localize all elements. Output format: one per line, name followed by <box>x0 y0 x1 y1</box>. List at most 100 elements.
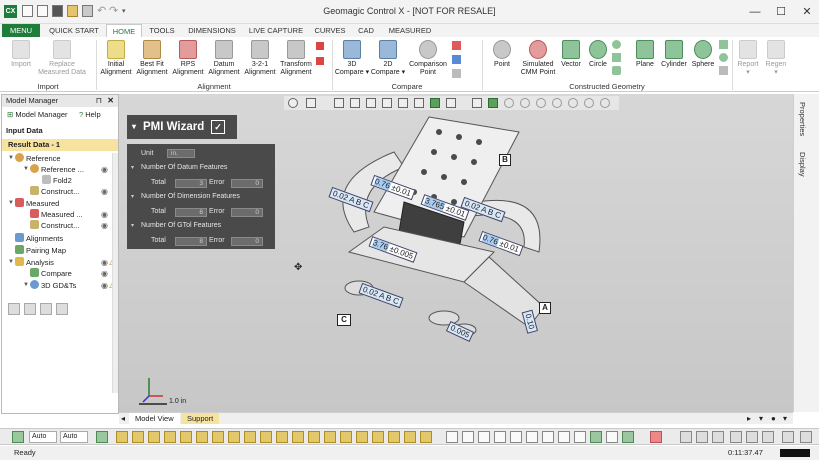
view-icon[interactable] <box>590 431 602 443</box>
tab-list-icon[interactable]: ▾ <box>759 413 763 424</box>
filter-icon[interactable] <box>292 431 304 443</box>
filter-icon[interactable] <box>132 431 144 443</box>
minimize-button[interactable]: — <box>742 3 768 21</box>
view-icon[interactable] <box>494 431 506 443</box>
tree-item-alignments[interactable]: Alignments <box>15 233 63 244</box>
line-select-icon[interactable] <box>472 98 482 108</box>
view-icon[interactable] <box>574 431 586 443</box>
collapse-icon[interactable]: ▾ <box>132 115 136 139</box>
cone-icon[interactable] <box>719 40 728 49</box>
tree-item-3d-gdts[interactable]: ▼ 3D GD&Ts <box>23 280 76 291</box>
rectangle-icon[interactable] <box>612 53 621 62</box>
scroll-left-icon[interactable]: ◂ <box>121 413 125 424</box>
filter-icon[interactable] <box>228 431 240 443</box>
tree-item-construct-ref[interactable]: Construct... <box>30 186 79 197</box>
initial-alignment-button[interactable]: Initial Alignment <box>98 40 134 77</box>
vector-button[interactable]: Vector <box>557 40 585 69</box>
tree-item-analysis[interactable]: ▼ Analysis <box>8 257 54 268</box>
scroll-right-icon[interactable]: ▸ <box>747 413 751 424</box>
transform-alignment-button[interactable]: Transform Alignment <box>278 40 314 77</box>
tool-icon[interactable] <box>712 431 724 443</box>
grid-select-icon[interactable] <box>430 98 440 108</box>
2d-compare-button[interactable]: 2D Compare ▾ <box>370 40 406 77</box>
select-mode-dropdown[interactable]: Auto <box>29 431 57 443</box>
dropdown-icon[interactable]: ▾ <box>783 413 787 424</box>
visibility-eye-icon[interactable]: ◉ <box>101 186 108 197</box>
tab-display[interactable]: Display <box>798 152 807 177</box>
tab-properties[interactable]: Properties <box>798 102 807 136</box>
rectangle-select-icon[interactable] <box>488 98 498 108</box>
expander-icon[interactable]: ▼ <box>23 164 29 175</box>
circle-icon[interactable]: ● <box>771 413 776 424</box>
datum-a-label[interactable]: A <box>539 302 551 314</box>
visibility-eye-icon[interactable]: ◉ <box>101 220 108 231</box>
view-icon[interactable] <box>558 431 570 443</box>
tab-dimensions[interactable]: DIMENSIONS <box>184 24 240 37</box>
filter-icon[interactable] <box>276 431 288 443</box>
filter-icon[interactable] <box>260 431 272 443</box>
tool-icon[interactable] <box>680 431 692 443</box>
tree-item-construct-meas[interactable]: Construct... <box>30 220 79 231</box>
replace-measured-data-button[interactable]: Replace Measured Data <box>38 40 86 77</box>
tab-live-capture[interactable]: LIVE CAPTURE <box>246 24 306 37</box>
regen-button[interactable]: Regen ▾ <box>762 40 790 77</box>
tool-icon[interactable] <box>24 303 36 315</box>
polygon-icon[interactable] <box>612 66 621 75</box>
filter-icon[interactable] <box>244 431 256 443</box>
tree-scrollbar[interactable] <box>112 153 118 393</box>
view-icon[interactable] <box>510 431 522 443</box>
import-button[interactable]: Import <box>3 40 39 69</box>
select-mode-icon[interactable] <box>552 98 562 108</box>
collapse-icon[interactable]: ▾ <box>131 164 134 171</box>
visibility-eye-icon[interactable]: ◉ <box>101 257 108 268</box>
tool-icon[interactable] <box>56 303 68 315</box>
tab-curves[interactable]: CURVES <box>310 24 350 37</box>
report-button[interactable]: Report ▾ <box>734 40 762 77</box>
rps-alignment-button[interactable]: RPS Alignment <box>170 40 206 77</box>
filter-icon[interactable] <box>404 431 416 443</box>
render-mode-icon[interactable] <box>334 98 344 108</box>
pin-icon[interactable]: ⊓ <box>96 95 102 107</box>
filter-icon[interactable] <box>116 431 128 443</box>
input-data-node[interactable]: Input Data <box>6 126 43 135</box>
plane-button[interactable]: Plane <box>632 40 658 69</box>
view-icon[interactable] <box>526 431 538 443</box>
tab-measured[interactable]: MEASURED <box>385 24 435 37</box>
expander-icon[interactable]: ▼ <box>23 280 29 291</box>
unit-field[interactable]: in. <box>167 149 195 158</box>
point-button[interactable]: Point <box>487 40 517 69</box>
best-fit-alignment-button[interactable]: Best Fit Alignment <box>134 40 170 77</box>
expander-icon[interactable]: ▼ <box>8 153 14 164</box>
curve-icon[interactable] <box>719 66 728 75</box>
filter-icon[interactable] <box>388 431 400 443</box>
tree-item-fold2[interactable]: Fold2 <box>42 175 72 186</box>
section-view-icon[interactable] <box>350 98 360 108</box>
grid-icon[interactable] <box>12 431 24 443</box>
expander-icon[interactable]: ▼ <box>8 257 14 268</box>
settings-icon[interactable] <box>800 431 812 443</box>
filter-icon[interactable] <box>356 431 368 443</box>
sphere-button[interactable]: Sphere <box>689 40 717 69</box>
deviation-icon[interactable] <box>452 41 461 50</box>
torus-icon[interactable] <box>719 53 728 62</box>
result-data-node[interactable]: Result Data - 1 <box>2 139 118 151</box>
clear-selection-icon[interactable] <box>650 431 662 443</box>
cylinder-button[interactable]: Cylinder <box>658 40 690 69</box>
visibility-eye-icon[interactable]: ◉ <box>101 268 108 279</box>
filter-icon[interactable] <box>308 431 320 443</box>
visibility-eye-icon[interactable]: ◉ <box>101 209 108 220</box>
filter-icon[interactable] <box>324 431 336 443</box>
tool-icon[interactable] <box>696 431 708 443</box>
tool-icon[interactable] <box>40 303 52 315</box>
confirm-check-button[interactable]: ✓ <box>211 120 225 134</box>
circle-button[interactable]: Circle <box>585 40 611 69</box>
filter-icon[interactable] <box>372 431 384 443</box>
zoom-fit-icon[interactable] <box>398 98 408 108</box>
tab-model-view[interactable]: Model View <box>129 413 180 424</box>
tab-home[interactable]: HOME <box>106 24 142 37</box>
select-mode-icon[interactable] <box>568 98 578 108</box>
collapse-icon[interactable]: ▾ <box>131 222 134 229</box>
close-panel-icon[interactable]: ✕ <box>107 95 114 107</box>
select-mode-icon[interactable] <box>600 98 610 108</box>
slot-icon[interactable] <box>612 40 621 49</box>
